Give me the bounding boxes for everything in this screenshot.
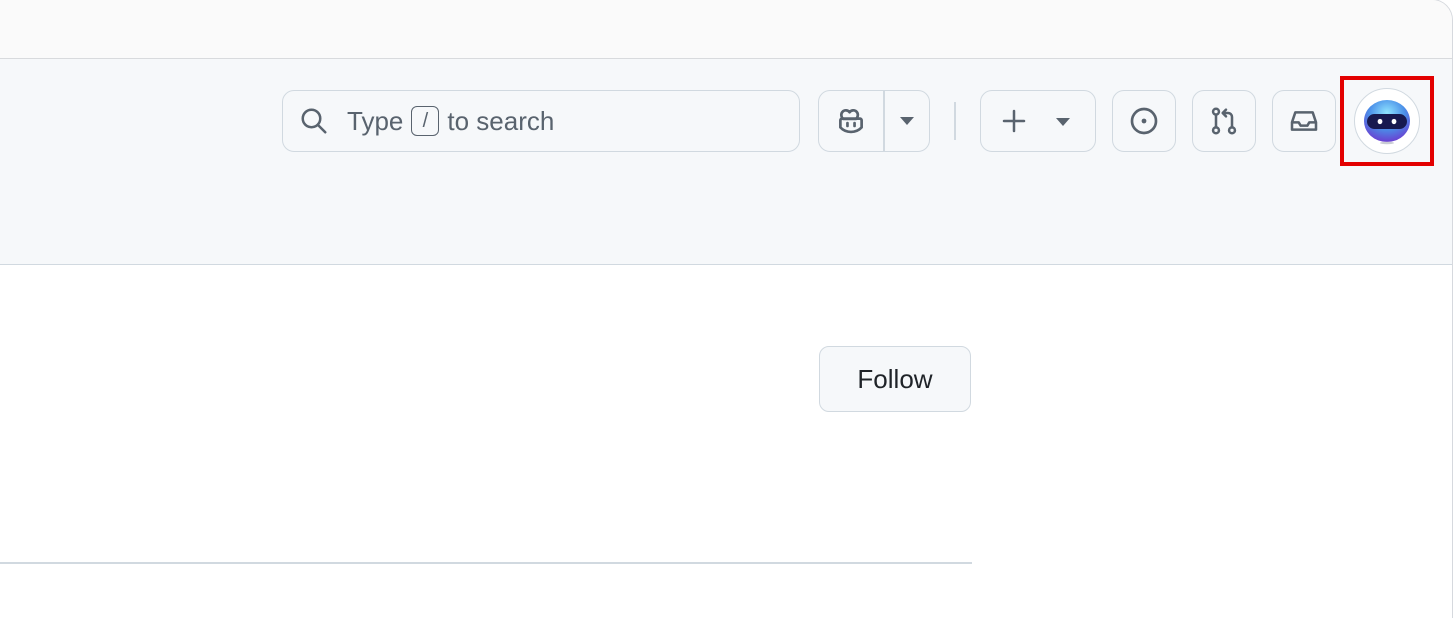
plus-icon (999, 106, 1029, 136)
copilot-icon (834, 104, 868, 138)
copilot-menu-button[interactable] (885, 91, 929, 151)
inbox-button[interactable] (1272, 90, 1336, 152)
app-header: Type / to search (0, 59, 1452, 265)
browser-titlebar (0, 0, 1452, 59)
triangle-down-icon (1055, 117, 1071, 127)
search-placeholder-suffix: to search (447, 105, 555, 136)
search-input[interactable]: Type / to search (282, 90, 800, 152)
header-separator (954, 102, 956, 140)
search-icon (299, 106, 329, 136)
git-pull-request-icon (1208, 105, 1240, 137)
search-placeholder-prefix: Type (347, 105, 404, 136)
inbox-icon (1288, 105, 1320, 137)
browser-window: Type / to search Follow (0, 0, 1452, 618)
copilot-split-button (818, 90, 930, 152)
robot-avatar-icon (1360, 94, 1414, 148)
create-new-button[interactable] (980, 90, 1096, 152)
follow-button[interactable]: Follow (819, 346, 971, 412)
search-placeholder: Type / to search (347, 106, 554, 137)
avatar-highlight-box (1340, 76, 1434, 166)
section-divider (0, 562, 972, 564)
triangle-down-icon (899, 116, 915, 126)
search-shortcut-key: / (411, 106, 440, 136)
pull-requests-button[interactable] (1192, 90, 1256, 152)
avatar[interactable] (1354, 88, 1420, 154)
copilot-button[interactable] (819, 91, 883, 151)
issue-opened-icon (1128, 105, 1160, 137)
issues-button[interactable] (1112, 90, 1176, 152)
